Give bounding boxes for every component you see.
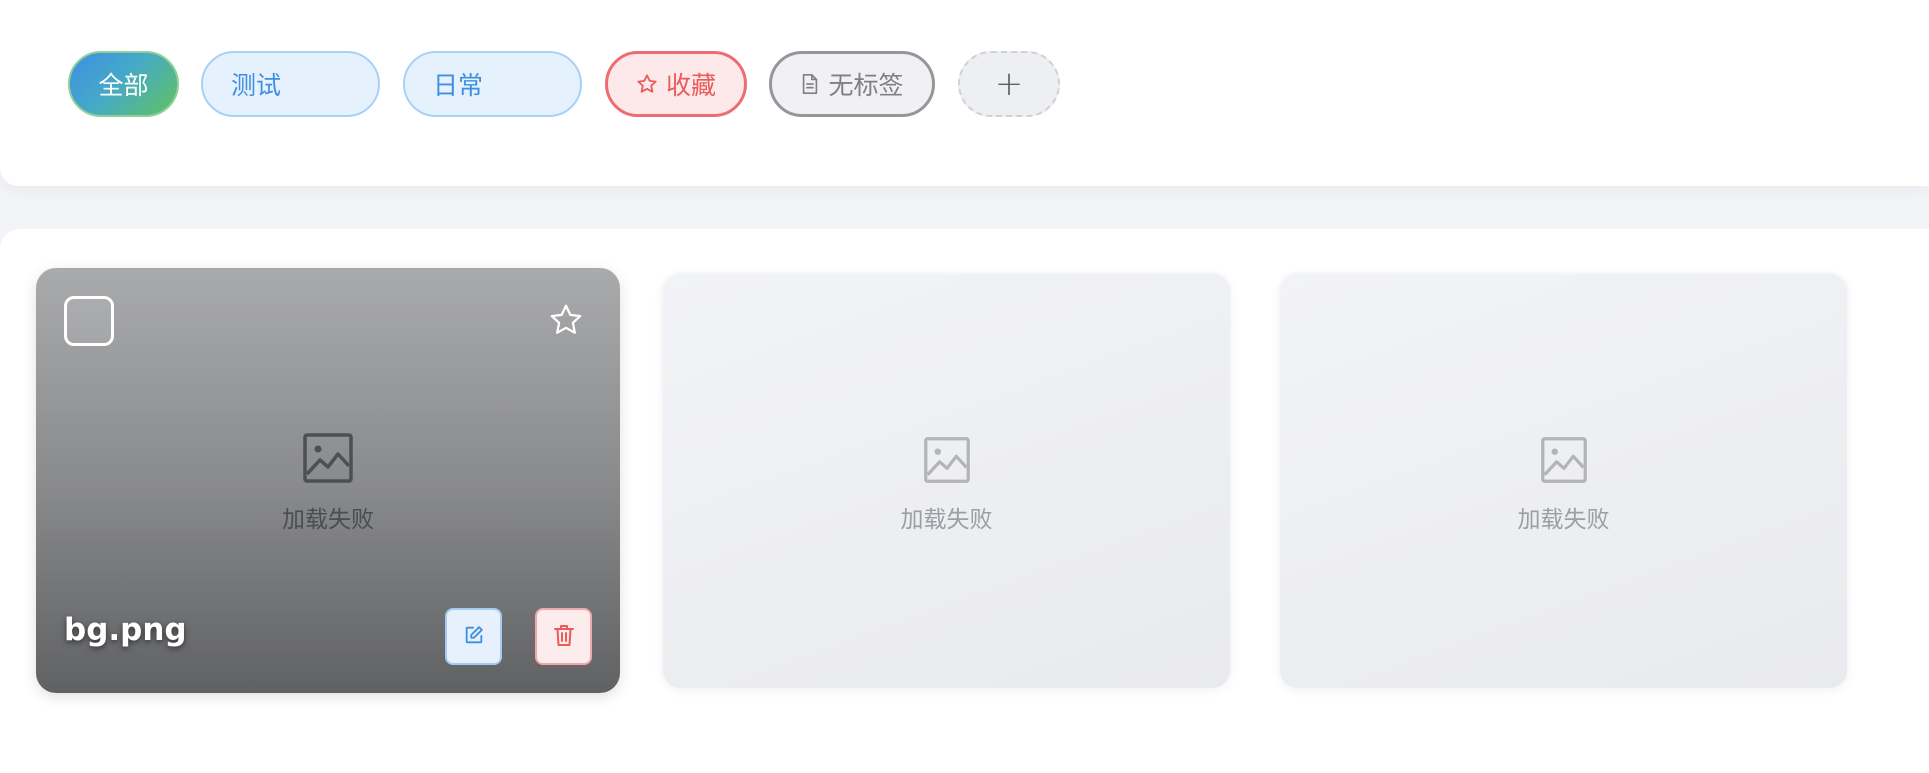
tag-test[interactable]: 测试 <box>201 51 380 117</box>
load-failed-text: 加载失败 <box>282 507 374 533</box>
image-icon <box>923 436 971 488</box>
tag-daily-label: 日常 <box>433 71 484 100</box>
tag-all-label: 全部 <box>98 71 149 100</box>
image-placeholder: 加载失败 <box>663 436 1230 534</box>
tag-untagged-label: 无标签 <box>828 71 904 100</box>
edit-button[interactable] <box>445 608 502 665</box>
favorite-star-icon[interactable] <box>548 302 584 338</box>
image-card[interactable]: 加载失败 bg.png <box>36 268 620 693</box>
tag-filter-bar: 全部 测试 日常 收藏 无标签 + <box>0 0 1929 186</box>
image-icon <box>1540 436 1588 488</box>
tag-all[interactable]: 全部 <box>68 51 179 117</box>
delete-button[interactable] <box>535 608 592 665</box>
image-card[interactable]: 加载失败 <box>661 272 1232 690</box>
image-icon <box>302 432 354 488</box>
image-placeholder: 加载失败 <box>36 432 620 534</box>
image-card[interactable]: 加载失败 <box>1278 272 1849 690</box>
star-icon <box>636 73 658 95</box>
edit-icon <box>463 624 485 650</box>
image-filename: bg.png <box>64 612 187 648</box>
plus-icon: + <box>994 64 1024 104</box>
trash-icon <box>553 623 575 651</box>
tag-daily[interactable]: 日常 <box>403 51 582 117</box>
select-checkbox[interactable] <box>64 296 114 346</box>
tag-favorites-label: 收藏 <box>665 71 716 100</box>
tag-favorites[interactable]: 收藏 <box>605 51 747 117</box>
load-failed-text: 加载失败 <box>900 507 993 533</box>
tag-untagged[interactable]: 无标签 <box>769 51 935 117</box>
image-placeholder: 加载失败 <box>1280 436 1847 534</box>
tag-test-label: 测试 <box>231 71 282 100</box>
add-tag-button[interactable]: + <box>958 51 1060 117</box>
load-failed-text: 加载失败 <box>1517 507 1610 533</box>
document-icon <box>800 73 820 95</box>
